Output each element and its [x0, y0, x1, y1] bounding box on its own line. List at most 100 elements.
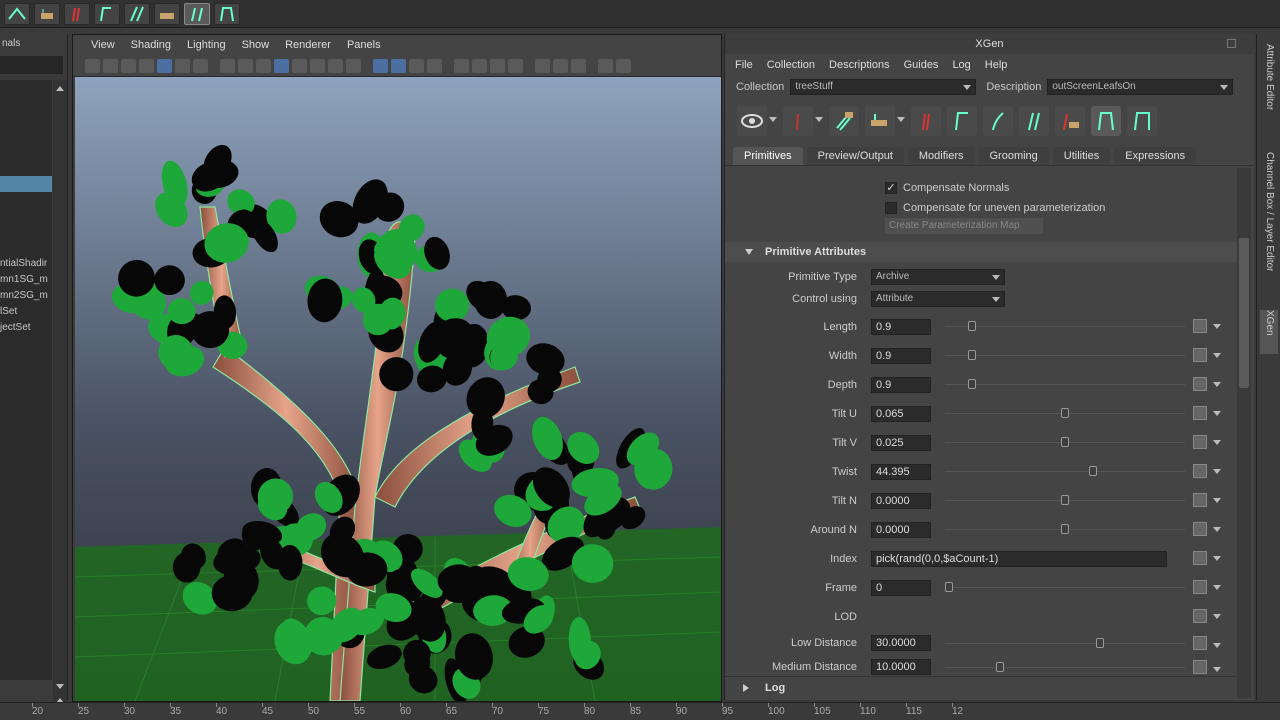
low-distance-slider[interactable] [945, 638, 1185, 648]
length-field[interactable]: 0.9 [871, 318, 931, 335]
chevron-down-icon[interactable] [1213, 382, 1221, 387]
expression-editor-icon[interactable] [1193, 522, 1207, 536]
xgen-tool-icon[interactable] [4, 2, 30, 25]
tab-channel-box[interactable]: Channel Box / Layer Editor [1260, 152, 1278, 302]
slider-handle[interactable] [1061, 437, 1069, 447]
chevron-down-icon[interactable] [1213, 411, 1221, 416]
length-slider[interactable] [945, 321, 1185, 331]
slider-handle[interactable] [1095, 638, 1104, 648]
expression-editor-icon[interactable] [1193, 406, 1207, 420]
outliner-item[interactable] [0, 144, 52, 160]
outliner-item[interactable] [0, 176, 52, 192]
viewport-tool-icon[interactable] [121, 58, 136, 73]
xgen-tool-icon[interactable] [34, 2, 60, 25]
tilt-v-field[interactable]: 0.025 [871, 434, 931, 451]
viewport-tool-icon[interactable] [310, 58, 325, 73]
tab-preview-output[interactable]: Preview/Output [806, 147, 904, 165]
guide-bend-icon[interactable] [983, 106, 1013, 136]
chevron-down-icon[interactable] [1213, 667, 1221, 672]
viewport-tool-icon[interactable] [85, 58, 100, 73]
chevron-down-icon[interactable] [1213, 614, 1221, 619]
frame-field[interactable]: 0 [871, 579, 931, 596]
medium-distance-field[interactable]: 10.0000 [871, 659, 931, 675]
outliner-item[interactable]: lSet [0, 304, 52, 320]
slider-handle[interactable] [968, 350, 977, 360]
viewport-tool-icon[interactable] [274, 58, 289, 73]
chevron-down-icon[interactable] [1213, 585, 1221, 590]
slider-handle[interactable] [1061, 524, 1069, 534]
xgen-menu-file[interactable]: File [735, 59, 753, 71]
guide-frame-icon[interactable] [1127, 106, 1157, 136]
tilt-n-slider[interactable] [945, 495, 1185, 505]
tilt-u-field[interactable]: 0.065 [871, 405, 931, 422]
tab-xgen[interactable]: XGen [1260, 310, 1278, 354]
description-dropdown[interactable]: outScreenLeafsOn [1047, 79, 1234, 95]
expression-editor-icon[interactable] [1193, 551, 1207, 565]
outliner-item[interactable]: mn1SG_m [0, 272, 52, 288]
viewport-menu-lighting[interactable]: Lighting [179, 39, 234, 51]
expression-editor-icon[interactable] [1193, 377, 1207, 391]
viewport-tool-icon[interactable] [409, 58, 424, 73]
primitive-attributes-header[interactable]: Primitive Attributes [725, 242, 1237, 262]
slider-handle[interactable] [945, 582, 953, 592]
xgen-scrollbar[interactable] [1237, 168, 1251, 698]
outliner-item[interactable] [0, 96, 52, 112]
control-using-dropdown[interactable]: Attribute [871, 291, 1005, 307]
log-section-header[interactable]: Log [725, 676, 1237, 698]
viewport-tool-icon[interactable] [373, 58, 388, 73]
viewport-tool-icon[interactable] [139, 58, 154, 73]
outliner-item[interactable] [0, 192, 52, 208]
viewport-menu-renderer[interactable]: Renderer [277, 39, 339, 51]
outliner-item[interactable]: jectSet [0, 320, 52, 336]
chevron-down-icon[interactable] [769, 117, 777, 125]
viewport-tool-icon[interactable] [328, 58, 343, 73]
time-slider[interactable]: 20 25 30 35 40 45 50 55 60 65 70 75 80 85 90 95 100 105 11… [0, 702, 1280, 720]
outliner-item[interactable] [0, 240, 52, 256]
around-n-field[interactable]: 0.0000 [871, 521, 931, 538]
add-guide-icon[interactable] [911, 106, 941, 136]
viewport-tool-icon[interactable] [490, 58, 505, 73]
viewport-tool-icon[interactable] [103, 58, 118, 73]
expression-editor-icon[interactable] [1193, 319, 1207, 333]
chevron-down-icon[interactable] [815, 117, 823, 125]
tab-utilities[interactable]: Utilities [1052, 147, 1111, 165]
tab-primitives[interactable]: Primitives [733, 147, 803, 165]
tilt-u-slider[interactable] [945, 408, 1185, 418]
collection-dropdown[interactable]: treeStuff [790, 79, 977, 95]
compensate-uneven-checkbox[interactable] [885, 202, 897, 214]
xgen-menu-descriptions[interactable]: Descriptions [829, 59, 890, 71]
slider-handle[interactable] [968, 321, 977, 331]
viewport-menu-view[interactable]: View [83, 39, 123, 51]
chevron-down-icon[interactable] [1213, 556, 1221, 561]
tab-grooming[interactable]: Grooming [978, 147, 1049, 165]
xgen-guide-icon[interactable] [214, 2, 240, 25]
slider-handle[interactable] [996, 662, 1005, 672]
guide-red-icon[interactable] [783, 106, 813, 136]
viewport-canvas[interactable] [75, 77, 721, 701]
expression-editor-icon[interactable] [1193, 348, 1207, 362]
guide-select-icon[interactable] [1055, 106, 1085, 136]
viewport-tool-icon[interactable] [553, 58, 568, 73]
chevron-down-icon[interactable] [1213, 643, 1221, 648]
viewport-tool-icon[interactable] [292, 58, 307, 73]
placement-icon[interactable] [865, 106, 895, 136]
width-field[interactable]: 0.9 [871, 347, 931, 364]
viewport-tool-icon[interactable] [238, 58, 253, 73]
outliner-item[interactable] [0, 112, 52, 128]
viewport-tool-icon[interactable] [616, 58, 631, 73]
compensate-normals-checkbox[interactable]: ✓ [885, 182, 897, 194]
xgen-menu-guides[interactable]: Guides [904, 59, 939, 71]
frame-slider[interactable] [945, 582, 1185, 592]
outliner-search-input[interactable] [0, 56, 63, 74]
tilt-v-slider[interactable] [945, 437, 1185, 447]
viewport-tool-icon[interactable] [346, 58, 361, 73]
tab-attribute-editor[interactable]: Attribute Editor [1260, 44, 1278, 140]
tab-expressions[interactable]: Expressions [1114, 147, 1197, 165]
slider-handle[interactable] [1061, 495, 1069, 505]
viewport-tool-icon[interactable] [391, 58, 406, 73]
viewport-menu-panels[interactable]: Panels [339, 39, 389, 51]
viewport-tool-icon[interactable] [508, 58, 523, 73]
outliner-item[interactable] [0, 224, 52, 240]
outliner-item[interactable] [0, 208, 52, 224]
guide-flip-icon[interactable] [1091, 106, 1121, 136]
